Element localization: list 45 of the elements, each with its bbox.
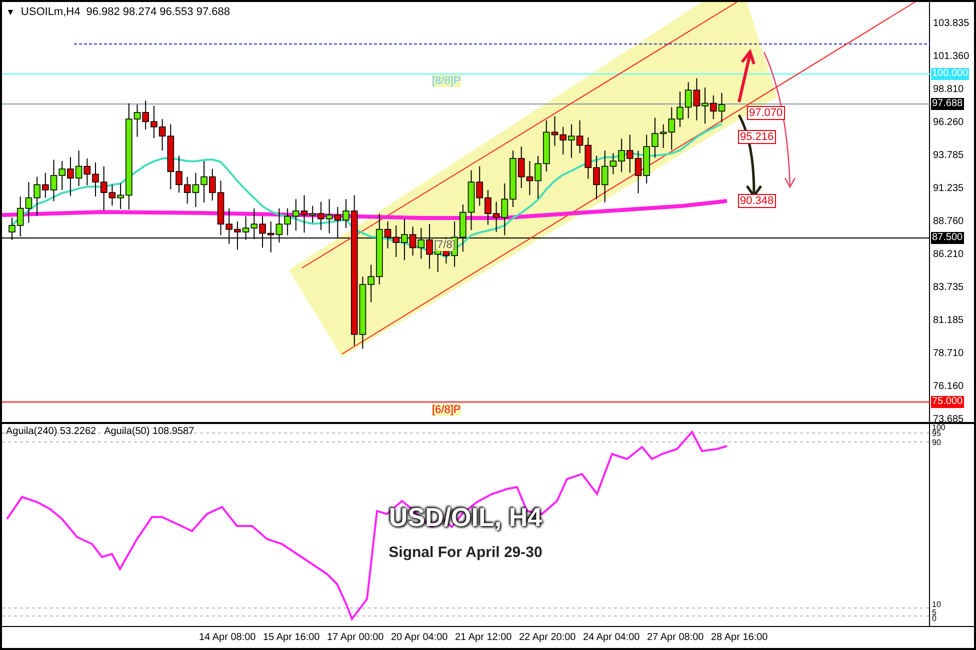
indicator-axis-label: 0 bbox=[932, 614, 936, 623]
price-axis-label: 101.360 bbox=[933, 51, 970, 63]
indicator-axis-label: 90 bbox=[932, 438, 941, 447]
level-label: [6/8]P bbox=[432, 404, 461, 416]
time-axis-label: 28 Apr 16:00 bbox=[711, 632, 769, 644]
price-axis-label: 83.735 bbox=[933, 282, 964, 294]
time-axis-label: 24 Apr 04:00 bbox=[583, 632, 641, 644]
price-axis-label: 78.710 bbox=[933, 348, 964, 360]
time-axis-label: 22 Apr 20:00 bbox=[519, 632, 577, 644]
indicator-legend: Aguila(50) 108.9587 bbox=[104, 426, 194, 438]
price-axis-label: 76.160 bbox=[933, 381, 964, 393]
price-marker: 75.000 bbox=[931, 396, 964, 408]
indicator-legend: Aguila(240) 53.2262 bbox=[6, 426, 96, 438]
indicator-axis-label: 10 bbox=[932, 600, 941, 609]
time-axis-label: 21 Apr 12:00 bbox=[455, 632, 513, 644]
indicator-axis-label: 100 bbox=[932, 423, 946, 432]
price-tag: 90.348 bbox=[738, 194, 776, 208]
time-axis-label: 17 Apr 00:00 bbox=[327, 632, 385, 644]
price-tag: 95.216 bbox=[738, 130, 776, 144]
up-arrow bbox=[738, 48, 756, 102]
price-axis-label: 96.260 bbox=[933, 117, 964, 129]
price-tag: 97.070 bbox=[747, 106, 785, 120]
time-axis-label: 20 Apr 04:00 bbox=[391, 632, 449, 644]
indicator-axis-label: 5 bbox=[932, 608, 936, 617]
toggle-icon[interactable]: ▼ bbox=[6, 5, 15, 19]
level-label: [8/8]P bbox=[432, 75, 461, 87]
price-axis-label: 88.760 bbox=[933, 216, 964, 228]
ohlc-values: 96.982 98.274 96.553 97.688 bbox=[86, 5, 230, 19]
price-marker: 100.000 bbox=[931, 68, 970, 80]
chart-subtitle: Signal For April 29-30 bbox=[388, 544, 542, 562]
price-marker: 97.688 bbox=[931, 98, 964, 110]
symbol-label: USOILm,H4 bbox=[20, 5, 80, 19]
price-axis-label: 73.685 bbox=[933, 414, 964, 425]
time-axis-label: 15 Apr 16:00 bbox=[263, 632, 321, 644]
level-label: [7/8] bbox=[434, 239, 456, 251]
price-marker: 87.500 bbox=[931, 232, 964, 244]
time-axis-label: 27 Apr 08:00 bbox=[647, 632, 705, 644]
price-axis-label: 86.210 bbox=[933, 249, 964, 261]
price-axis-label: 93.785 bbox=[933, 150, 964, 162]
price-axis-label: 91.235 bbox=[933, 183, 964, 195]
time-axis-label: 14 Apr 08:00 bbox=[199, 632, 257, 644]
price-axis-label: 98.810 bbox=[933, 84, 964, 96]
price-axis-label: 81.185 bbox=[933, 315, 964, 327]
indicator-axis-label: 95 bbox=[932, 429, 941, 438]
price-axis-label: 103.835 bbox=[933, 18, 970, 30]
